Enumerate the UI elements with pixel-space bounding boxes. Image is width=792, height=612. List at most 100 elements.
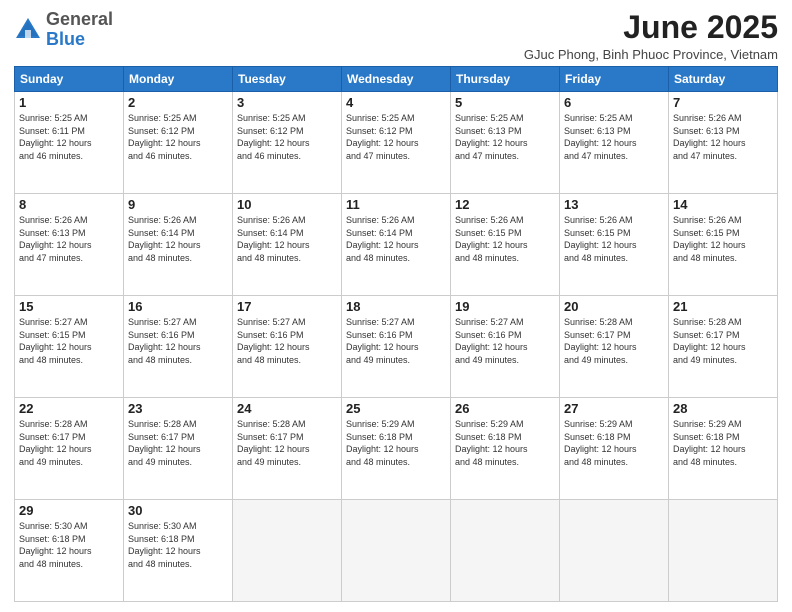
day-header-thursday: Thursday	[451, 67, 560, 92]
logo-blue-text: Blue	[46, 29, 85, 49]
calendar-cell: 3Sunrise: 5:25 AM Sunset: 6:12 PM Daylig…	[233, 92, 342, 194]
day-info: Sunrise: 5:26 AM Sunset: 6:15 PM Dayligh…	[673, 214, 773, 264]
day-number: 27	[564, 401, 664, 416]
day-number: 16	[128, 299, 228, 314]
day-number: 11	[346, 197, 446, 212]
day-info: Sunrise: 5:29 AM Sunset: 6:18 PM Dayligh…	[673, 418, 773, 468]
week-row-1: 1 Sunrise: 5:25 AM Sunset: 6:11 PM Daylig…	[15, 92, 778, 194]
day-info: Sunrise: 5:27 AM Sunset: 6:15 PM Dayligh…	[19, 316, 119, 366]
day-info: Sunrise: 5:29 AM Sunset: 6:18 PM Dayligh…	[564, 418, 664, 468]
day-header-sunday: Sunday	[15, 67, 124, 92]
calendar-cell: 13Sunrise: 5:26 AM Sunset: 6:15 PM Dayli…	[560, 194, 669, 296]
calendar-cell: 8Sunrise: 5:26 AM Sunset: 6:13 PM Daylig…	[15, 194, 124, 296]
day-number: 23	[128, 401, 228, 416]
day-number: 26	[455, 401, 555, 416]
day-number: 4	[346, 95, 446, 110]
day-number: 9	[128, 197, 228, 212]
calendar-cell	[451, 500, 560, 602]
day-number: 20	[564, 299, 664, 314]
calendar-cell: 1 Sunrise: 5:25 AM Sunset: 6:11 PM Daylig…	[15, 92, 124, 194]
day-info: Sunrise: 5:26 AM Sunset: 6:15 PM Dayligh…	[564, 214, 664, 264]
day-info: Sunrise: 5:25 AM Sunset: 6:12 PM Dayligh…	[346, 112, 446, 162]
month-title: June 2025	[524, 10, 778, 45]
calendar-cell	[233, 500, 342, 602]
calendar-cell: 12 Sunrise: 5:26 AM Sunset: 6:15 PM Dayli…	[451, 194, 560, 296]
day-info: Sunrise: 5:28 AM Sunset: 6:17 PM Dayligh…	[564, 316, 664, 366]
calendar-cell: 23 Sunrise: 5:28 AM Sunset: 6:17 PM Dayli…	[124, 398, 233, 500]
day-info: Sunrise: 5:26 AM Sunset: 6:13 PM Dayligh…	[673, 112, 773, 162]
week-row-4: 22 Sunrise: 5:28 AM Sunset: 6:17 PM Dayli…	[15, 398, 778, 500]
day-info: Sunrise: 5:26 AM Sunset: 6:14 PM Dayligh…	[346, 214, 446, 264]
day-header-friday: Friday	[560, 67, 669, 92]
week-row-5: 29 Sunrise: 5:30 AM Sunset: 6:18 PM Dayli…	[15, 500, 778, 602]
week-row-3: 15 Sunrise: 5:27 AM Sunset: 6:15 PM Dayli…	[15, 296, 778, 398]
day-number: 10	[237, 197, 337, 212]
logo-icon	[14, 16, 42, 44]
day-number: 28	[673, 401, 773, 416]
calendar-header-row: SundayMondayTuesdayWednesdayThursdayFrid…	[15, 67, 778, 92]
calendar-cell: 4 Sunrise: 5:25 AM Sunset: 6:12 PM Daylig…	[342, 92, 451, 194]
day-info: Sunrise: 5:27 AM Sunset: 6:16 PM Dayligh…	[128, 316, 228, 366]
day-info: Sunrise: 5:27 AM Sunset: 6:16 PM Dayligh…	[346, 316, 446, 366]
day-info: Sunrise: 5:26 AM Sunset: 6:14 PM Dayligh…	[128, 214, 228, 264]
calendar-cell: 10 Sunrise: 5:26 AM Sunset: 6:14 PM Dayli…	[233, 194, 342, 296]
day-info: Sunrise: 5:28 AM Sunset: 6:17 PM Dayligh…	[673, 316, 773, 366]
calendar-cell: 14 Sunrise: 5:26 AM Sunset: 6:15 PM Dayli…	[669, 194, 778, 296]
day-number: 30	[128, 503, 228, 518]
day-number: 17	[237, 299, 337, 314]
page: General Blue June 2025 GJuc Phong, Binh …	[0, 0, 792, 612]
day-number: 24	[237, 401, 337, 416]
logo-text: General Blue	[46, 10, 113, 50]
day-number: 18	[346, 299, 446, 314]
day-number: 1	[19, 95, 119, 110]
header: General Blue June 2025 GJuc Phong, Binh …	[14, 10, 778, 62]
day-info: Sunrise: 5:25 AM Sunset: 6:13 PM Dayligh…	[455, 112, 555, 162]
calendar-cell: 27 Sunrise: 5:29 AM Sunset: 6:18 PM Dayli…	[560, 398, 669, 500]
day-number: 5	[455, 95, 555, 110]
day-header-saturday: Saturday	[669, 67, 778, 92]
calendar-cell: 25 Sunrise: 5:29 AM Sunset: 6:18 PM Dayli…	[342, 398, 451, 500]
day-header-monday: Monday	[124, 67, 233, 92]
calendar-cell: 18 Sunrise: 5:27 AM Sunset: 6:16 PM Dayli…	[342, 296, 451, 398]
logo: General Blue	[14, 10, 113, 50]
day-number: 25	[346, 401, 446, 416]
day-number: 15	[19, 299, 119, 314]
calendar-cell	[669, 500, 778, 602]
calendar-cell: 24Sunrise: 5:28 AM Sunset: 6:17 PM Dayli…	[233, 398, 342, 500]
day-info: Sunrise: 5:25 AM Sunset: 6:12 PM Dayligh…	[128, 112, 228, 162]
day-info: Sunrise: 5:29 AM Sunset: 6:18 PM Dayligh…	[346, 418, 446, 468]
day-info: Sunrise: 5:26 AM Sunset: 6:15 PM Dayligh…	[455, 214, 555, 264]
day-number: 2	[128, 95, 228, 110]
day-info: Sunrise: 5:28 AM Sunset: 6:17 PM Dayligh…	[19, 418, 119, 468]
day-number: 21	[673, 299, 773, 314]
day-number: 22	[19, 401, 119, 416]
calendar-cell: 29 Sunrise: 5:30 AM Sunset: 6:18 PM Dayli…	[15, 500, 124, 602]
day-number: 19	[455, 299, 555, 314]
day-number: 29	[19, 503, 119, 518]
day-info: Sunrise: 5:30 AM Sunset: 6:18 PM Dayligh…	[19, 520, 119, 570]
calendar-cell: 5 Sunrise: 5:25 AM Sunset: 6:13 PM Daylig…	[451, 92, 560, 194]
calendar-cell: 28 Sunrise: 5:29 AM Sunset: 6:18 PM Dayli…	[669, 398, 778, 500]
day-info: Sunrise: 5:28 AM Sunset: 6:17 PM Dayligh…	[128, 418, 228, 468]
title-block: June 2025 GJuc Phong, Binh Phuoc Provinc…	[524, 10, 778, 62]
calendar-cell: 6Sunrise: 5:25 AM Sunset: 6:13 PM Daylig…	[560, 92, 669, 194]
calendar-cell	[560, 500, 669, 602]
day-number: 3	[237, 95, 337, 110]
day-number: 7	[673, 95, 773, 110]
day-header-tuesday: Tuesday	[233, 67, 342, 92]
logo-general-text: General	[46, 9, 113, 29]
calendar-table: SundayMondayTuesdayWednesdayThursdayFrid…	[14, 66, 778, 602]
day-number: 14	[673, 197, 773, 212]
calendar-cell: 19 Sunrise: 5:27 AM Sunset: 6:16 PM Dayli…	[451, 296, 560, 398]
calendar-cell: 22 Sunrise: 5:28 AM Sunset: 6:17 PM Dayli…	[15, 398, 124, 500]
day-info: Sunrise: 5:26 AM Sunset: 6:14 PM Dayligh…	[237, 214, 337, 264]
calendar-cell: 20 Sunrise: 5:28 AM Sunset: 6:17 PM Dayli…	[560, 296, 669, 398]
day-info: Sunrise: 5:25 AM Sunset: 6:13 PM Dayligh…	[564, 112, 664, 162]
day-info: Sunrise: 5:27 AM Sunset: 6:16 PM Dayligh…	[455, 316, 555, 366]
calendar-cell: 16 Sunrise: 5:27 AM Sunset: 6:16 PM Dayli…	[124, 296, 233, 398]
calendar-cell: 9 Sunrise: 5:26 AM Sunset: 6:14 PM Daylig…	[124, 194, 233, 296]
day-number: 8	[19, 197, 119, 212]
calendar-cell: 11 Sunrise: 5:26 AM Sunset: 6:14 PM Dayli…	[342, 194, 451, 296]
day-number: 12	[455, 197, 555, 212]
day-info: Sunrise: 5:25 AM Sunset: 6:11 PM Dayligh…	[19, 112, 119, 162]
